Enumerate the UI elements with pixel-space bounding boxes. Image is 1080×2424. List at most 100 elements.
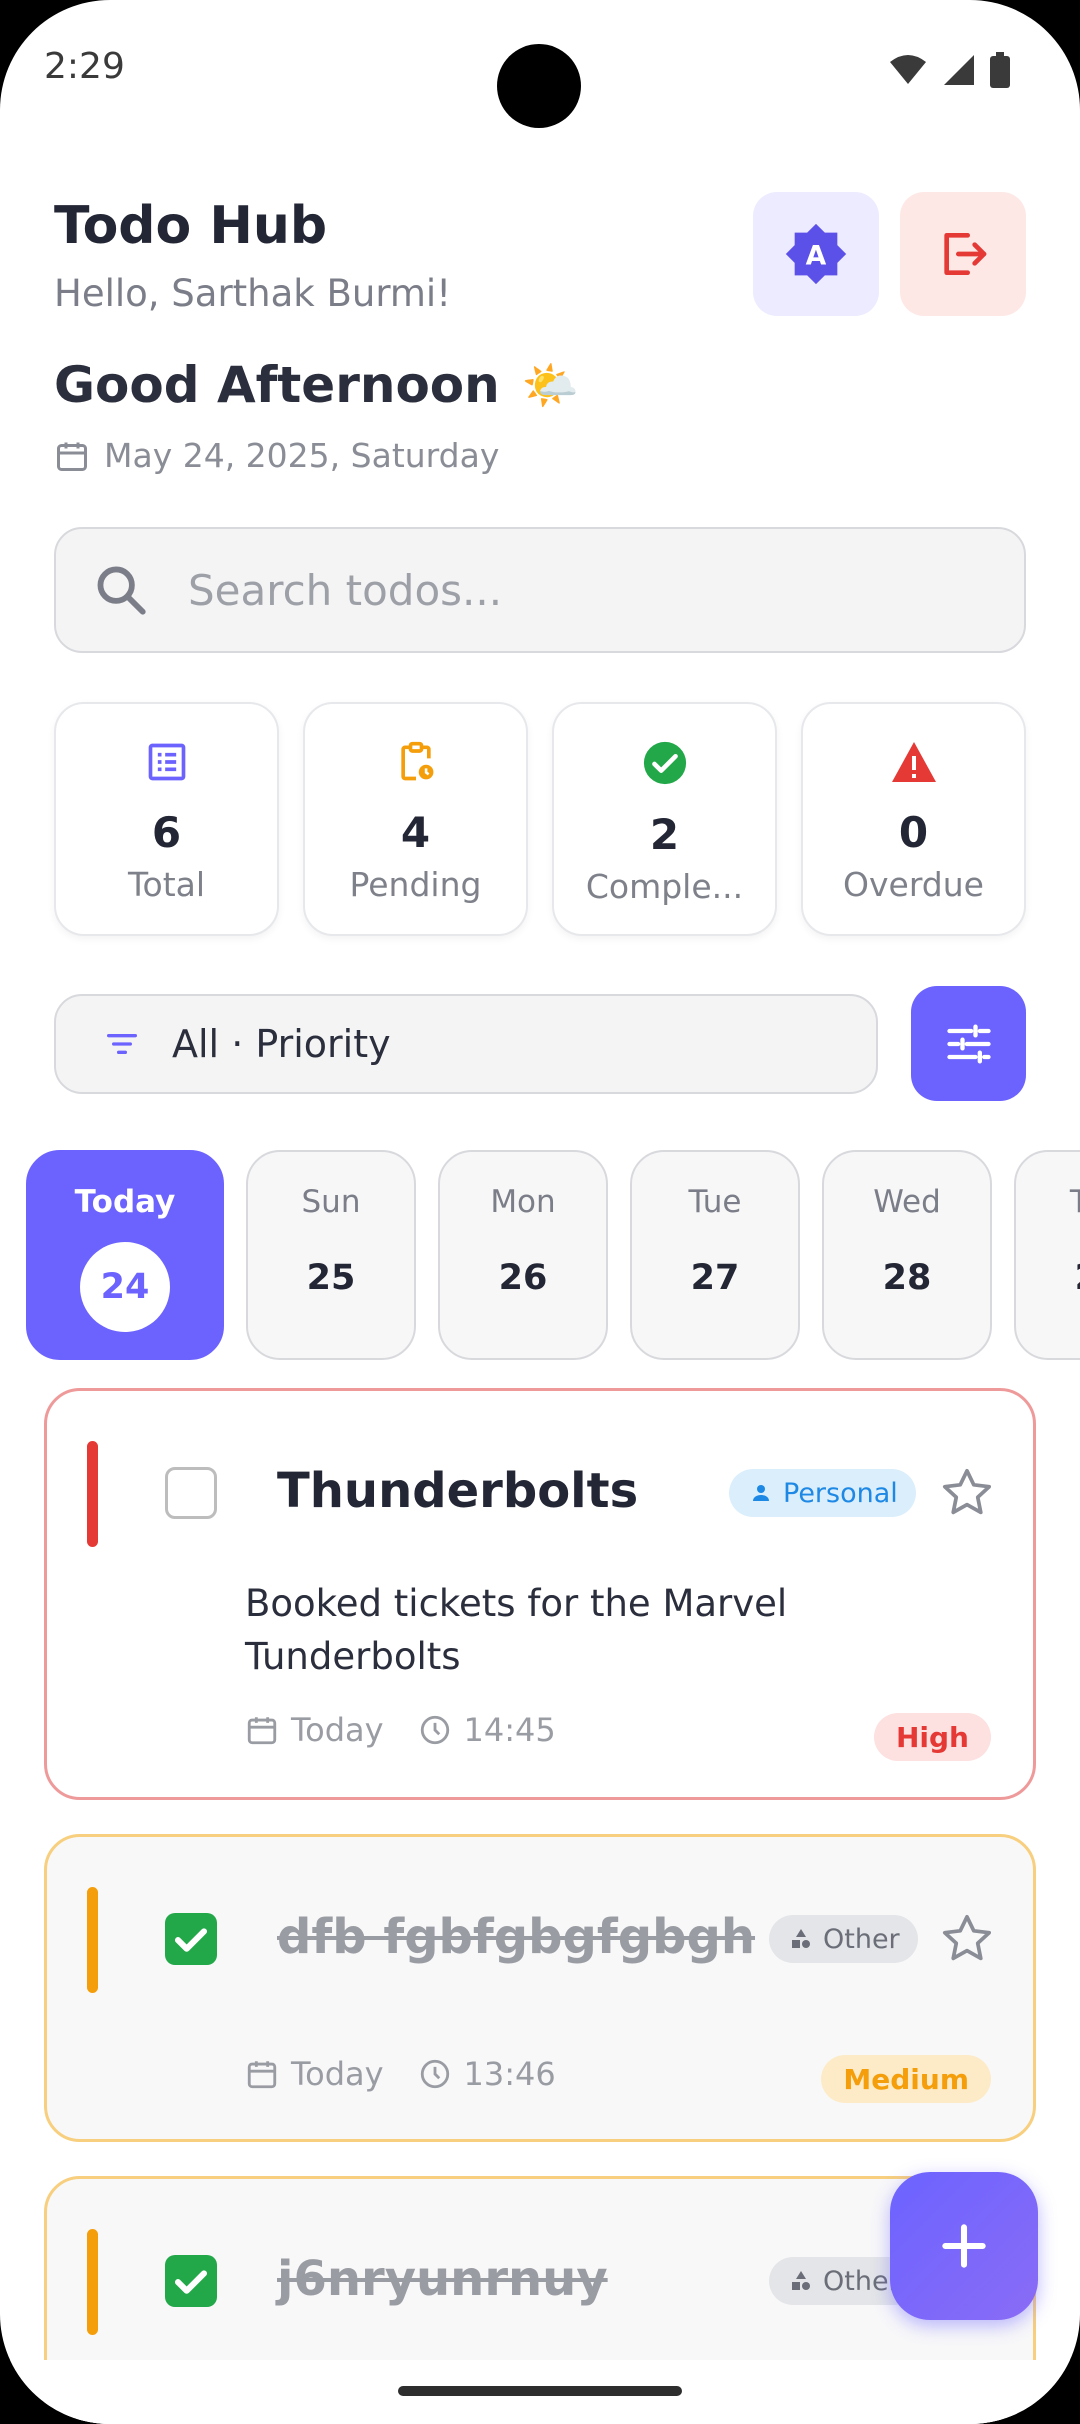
stats-row: 6 Total 4 Pending 2 Comple... 0 Overdue <box>54 702 1026 936</box>
todo-meta: Today 14:45 <box>245 1711 556 1749</box>
priority-bar <box>87 2229 98 2335</box>
priority-badge: High <box>873 1713 991 1761</box>
logout-button[interactable] <box>900 192 1026 316</box>
calendar-icon <box>247 2061 277 2089</box>
wifi-icon <box>890 55 926 84</box>
day-chip[interactable]: Tue 27 <box>630 1150 800 1360</box>
theme-toggle-button[interactable]: A <box>753 192 879 316</box>
day-selector: Today 24 Sun 25 Mon 26 Tue 27 Wed 28 Thu… <box>26 1150 1080 1360</box>
todo-checkbox[interactable] <box>165 1467 217 1519</box>
priority-badge: Medium <box>821 2055 991 2103</box>
daypart-text: Good Afternoon <box>54 356 500 414</box>
clock-icon <box>420 2059 449 2089</box>
search-bar[interactable]: Search todos... <box>54 527 1026 653</box>
stat-card-overdue[interactable]: 0 Overdue <box>801 702 1026 936</box>
category-chip: Other <box>769 1915 918 1963</box>
day-number: 26 <box>498 1258 548 1298</box>
day-number: 25 <box>306 1258 356 1298</box>
filter-label: All · Priority <box>172 1022 391 1066</box>
status-bar: 2:29 <box>0 0 1080 140</box>
shapes-icon <box>792 2271 810 2290</box>
filter-settings-button[interactable] <box>911 986 1026 1101</box>
todo-title: j6nryunrnuy <box>277 2251 608 2307</box>
stat-value: 0 <box>898 808 929 857</box>
clipboard-clock-icon <box>400 741 433 781</box>
category-label: Personal <box>783 1477 898 1509</box>
tune-icon <box>946 1024 991 1063</box>
todo-description: Booked tickets for the Marvel Tunderbolt… <box>245 1582 788 1678</box>
check-icon <box>174 1928 208 1952</box>
todo-card[interactable]: Thunderbolts Personal Booked tickets for… <box>44 1388 1036 1800</box>
priority-bar <box>87 1441 98 1547</box>
stat-value: 2 <box>649 810 680 859</box>
search-icon <box>97 566 146 615</box>
shapes-icon <box>792 1929 810 1948</box>
priority-bar <box>87 1887 98 1993</box>
stat-card-completed[interactable]: 2 Comple... <box>552 702 777 936</box>
star-icon[interactable] <box>939 1465 995 1521</box>
stat-label: Pending <box>349 865 482 904</box>
todo-title: Thunderbolts <box>277 1463 639 1519</box>
stat-card-total[interactable]: 6 Total <box>54 702 279 936</box>
stat-card-pending[interactable]: 4 Pending <box>303 702 528 936</box>
app-screen: 2:29 Todo Hub Hello, Sarthak Burmi! A Go… <box>0 0 1080 2424</box>
home-indicator[interactable] <box>398 2386 682 2396</box>
svg-text:A: A <box>806 241 827 272</box>
filter-dropdown[interactable]: All · Priority <box>54 994 878 1094</box>
category-label: Other <box>823 1923 900 1955</box>
calendar-icon <box>57 442 87 471</box>
add-todo-button[interactable] <box>890 2172 1038 2320</box>
day-number: 27 <box>690 1258 740 1298</box>
day-name: Wed <box>873 1184 941 1220</box>
status-time: 2:29 <box>44 46 125 87</box>
signal-icon <box>944 55 974 85</box>
stat-label: Comple... <box>585 867 744 906</box>
todo-time: 13:46 <box>463 2055 556 2093</box>
person-icon <box>753 1485 769 1501</box>
status-icons <box>888 52 1010 88</box>
star-icon[interactable] <box>939 1911 995 1967</box>
brightness-auto-icon: A <box>785 223 847 285</box>
date-row: May 24, 2025, Saturday <box>54 436 499 475</box>
category-chip: Personal <box>729 1469 916 1517</box>
current-date: May 24, 2025, Saturday <box>104 436 500 475</box>
todo-date: Today <box>291 2055 384 2093</box>
day-name: Mon <box>490 1184 556 1220</box>
stat-value: 4 <box>400 808 431 857</box>
day-name: Tue <box>688 1184 742 1220</box>
greeting-text: Hello, Sarthak Burmi! <box>54 272 452 315</box>
app-title: Todo Hub <box>54 196 328 256</box>
todo-time: 14:45 <box>463 1711 556 1749</box>
weather-emoji: 🌤️ <box>521 357 580 412</box>
search-input[interactable]: Search todos... <box>188 566 502 615</box>
warning-icon <box>891 742 936 782</box>
filter-icon <box>107 1034 137 1054</box>
day-number-circle: 24 <box>80 1242 170 1332</box>
logout-icon <box>944 233 987 275</box>
todo-title: dfb fgbfgbgfgbgh <box>277 1909 756 1965</box>
day-chip[interactable]: Thu 29 <box>1014 1150 1080 1360</box>
todo-checkbox[interactable] <box>165 2255 217 2307</box>
day-chip[interactable]: Wed 28 <box>822 1150 992 1360</box>
day-chip[interactable]: Mon 26 <box>438 1150 608 1360</box>
daypart-greeting: Good Afternoon 🌤️ <box>54 356 579 414</box>
clock-icon <box>420 1715 449 1745</box>
calendar-icon <box>247 1717 277 1745</box>
stat-label: Overdue <box>843 865 984 904</box>
day-chip-today[interactable]: Today 24 <box>26 1150 224 1360</box>
day-chip[interactable]: Sun 25 <box>246 1150 416 1360</box>
todo-date: Today <box>291 1711 384 1749</box>
battery-icon <box>990 52 1010 88</box>
day-number: 29 <box>1075 1258 1080 1298</box>
todo-checkbox[interactable] <box>165 1913 217 1965</box>
check-circle-icon <box>643 741 686 785</box>
check-icon <box>174 2270 208 2294</box>
list-icon <box>148 743 185 781</box>
todo-card[interactable]: dfb fgbfgbgfgbgh Other Today 13:46 Mediu… <box>44 1834 1036 2142</box>
todo-meta: Today 13:46 <box>245 2055 556 2093</box>
plus-icon <box>942 2224 986 2268</box>
stat-value: 6 <box>151 808 182 857</box>
day-name: Thu <box>1069 1184 1080 1220</box>
day-number: 24 <box>100 1267 150 1307</box>
day-name: Sun <box>301 1184 361 1220</box>
